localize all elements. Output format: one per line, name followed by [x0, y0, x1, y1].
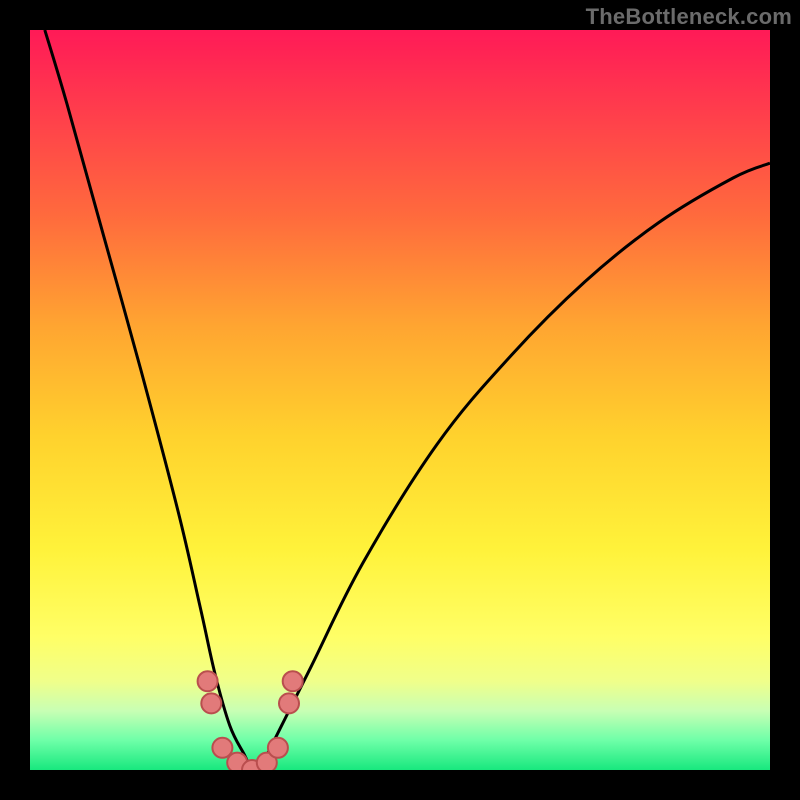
marker-dot — [201, 693, 221, 713]
watermark-label: TheBottleneck.com — [586, 4, 792, 30]
chart-frame: TheBottleneck.com — [0, 0, 800, 800]
plot-area — [30, 30, 770, 770]
marker-dot — [212, 738, 232, 758]
marker-dot — [268, 738, 288, 758]
marker-dot — [279, 693, 299, 713]
marker-dot — [198, 671, 218, 691]
curve-layer — [45, 30, 770, 770]
bottleneck-curve — [45, 30, 770, 770]
marker-layer — [198, 671, 303, 770]
curve-svg — [30, 30, 770, 770]
marker-dot — [283, 671, 303, 691]
